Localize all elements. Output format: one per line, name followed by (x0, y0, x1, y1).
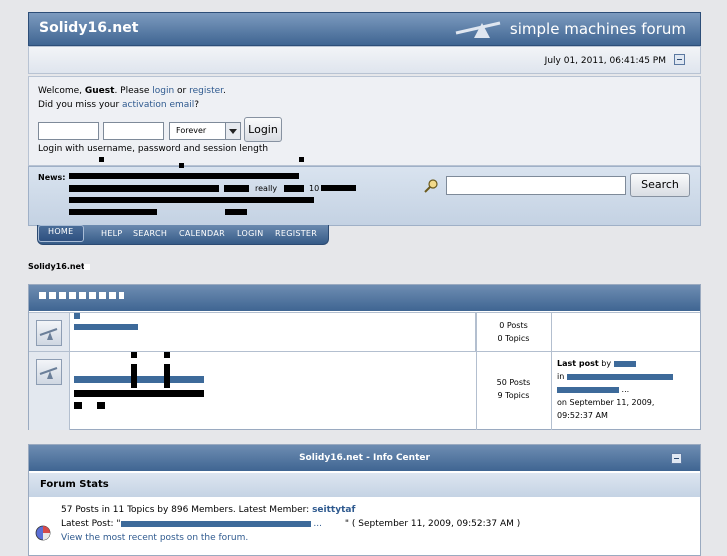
password-input[interactable] (103, 122, 164, 140)
smf-logo: simple machines forum (455, 20, 686, 38)
main-menu: HOME HELP SEARCH CALENDAR LOGIN REGISTER (37, 225, 329, 245)
forum-stats-header: Forum Stats (29, 473, 700, 497)
news-fragment-1: really (255, 184, 278, 193)
login-link[interactable]: login (152, 86, 174, 96)
current-date: July 01, 2011, 06:41:45 PM (544, 56, 666, 66)
board-icon[interactable] (36, 359, 62, 385)
board-icon[interactable] (36, 320, 62, 346)
news-content: really 10 (69, 157, 369, 223)
user-area: Welcome, Guest. Please login or register… (28, 76, 701, 166)
info-center: Solidy16.net - Info Center Forum Stats 5… (28, 444, 701, 556)
board-info[interactable] (69, 352, 477, 430)
menu-home[interactable]: HOME (38, 225, 84, 242)
last-post-date: on September 11, 2009, (557, 398, 655, 407)
session-length-select[interactable]: Forever (169, 122, 241, 140)
site-title[interactable]: Solidy16.net (39, 20, 138, 36)
latest-post-link[interactable]: ... (313, 519, 322, 529)
date-bar: July 01, 2011, 06:41:45 PM (28, 46, 701, 74)
last-post-time: 09:52:37 AM (557, 411, 608, 420)
search-input[interactable] (446, 176, 626, 195)
menu-login[interactable]: LOGIN (237, 229, 264, 238)
scale-logo-icon (455, 21, 501, 38)
login-button[interactable]: Login (244, 117, 282, 142)
menu-register[interactable]: REGISTER (275, 229, 317, 238)
board-row: 0 Posts 0 Topics (29, 312, 700, 351)
news-label: News: (38, 173, 66, 182)
guest-name: Guest (84, 86, 115, 96)
recent-posts-link[interactable]: View the most recent posts on the forum. (61, 533, 248, 543)
board-stats: 50 Posts 9 Topics (476, 376, 551, 402)
info-center-title: Solidy16.net - Info Center (29, 445, 700, 471)
activation-link[interactable]: activation email (122, 100, 194, 110)
magnifier-icon (424, 179, 438, 193)
board-stats: 0 Posts 0 Topics (476, 319, 551, 345)
menu-search[interactable]: SEARCH (133, 229, 167, 238)
activation-text: Did you miss your activation email? (38, 100, 200, 110)
topic-count: 0 Topics (497, 334, 530, 343)
forum-stats-body: 57 Posts in 11 Topics by 896 Members. La… (61, 505, 521, 543)
latest-member-link[interactable]: seittytaf (312, 505, 355, 515)
login-hint: Login with username, password and sessio… (38, 144, 269, 154)
post-count: 0 Posts (499, 321, 528, 330)
collapse-icon[interactable] (671, 453, 682, 464)
breadcrumb[interactable]: Solidy16.net (28, 262, 85, 271)
chevron-down-icon (225, 123, 240, 139)
category-header (29, 285, 700, 311)
menu-calendar[interactable]: CALENDAR (179, 229, 225, 238)
search-button[interactable]: Search (630, 173, 690, 197)
board-row: 50 Posts 9 Topics Last post by in ... on… (29, 351, 700, 430)
board-info[interactable] (69, 313, 477, 351)
last-post-info: Last post by in ... on September 11, 200… (557, 357, 697, 422)
news-fragment-2: 10 (309, 184, 320, 193)
stats-pie-icon (35, 525, 51, 541)
news-bar: News: really 10 Search (28, 157, 701, 226)
collapse-icon[interactable] (674, 54, 685, 65)
welcome-text: Welcome, Guest. Please login or register… (38, 86, 226, 96)
site-header: Solidy16.net simple machines forum (28, 12, 701, 46)
topic-count: 9 Topics (497, 391, 530, 400)
register-link[interactable]: register (189, 86, 223, 96)
board-table: 0 Posts 0 Topics 50 Posts 9 Topics Last … (28, 284, 701, 430)
session-length-value: Forever (176, 126, 207, 135)
menu-help[interactable]: HELP (101, 229, 123, 238)
logo-text: simple machines forum (509, 20, 686, 38)
username-input[interactable] (38, 122, 99, 140)
category-name-redacted (39, 292, 124, 299)
redacted-text (84, 264, 90, 270)
post-count: 50 Posts (496, 378, 531, 387)
